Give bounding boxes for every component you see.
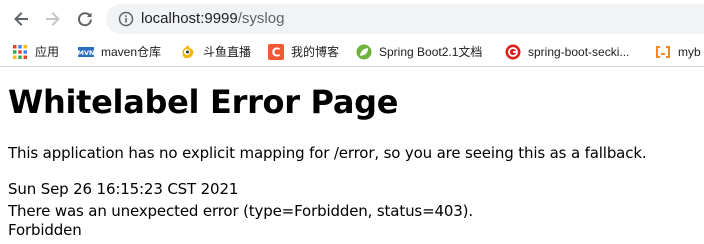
code-brackets-icon bbox=[655, 44, 671, 60]
github-icon bbox=[505, 44, 521, 60]
bookmark-label: Spring Boot2.1文档 bbox=[379, 45, 483, 59]
bookmark-mybatis[interactable]: myb bbox=[655, 41, 701, 63]
reload-button[interactable] bbox=[72, 6, 98, 32]
page-content: Whitelabel Error Page This application h… bbox=[0, 67, 704, 244]
apps-grid-icon bbox=[12, 44, 28, 60]
svg-text:C: C bbox=[272, 46, 281, 60]
url-path: /syslog bbox=[237, 10, 285, 27]
error-timestamp: Sun Sep 26 16:15:23 CST 2021 bbox=[8, 180, 239, 198]
bookmark-blog[interactable]: C 我的博客 bbox=[268, 41, 339, 63]
bookmark-label: myb bbox=[678, 45, 701, 59]
address-bar[interactable]: localhost:9999/syslog bbox=[106, 4, 704, 34]
browser-toolbar: localhost:9999/syslog bbox=[0, 0, 704, 37]
page-title: Whitelabel Error Page bbox=[8, 83, 399, 121]
bookmark-label: 应用 bbox=[35, 45, 60, 59]
bookmark-apps[interactable]: 应用 bbox=[12, 41, 59, 63]
info-icon[interactable] bbox=[118, 11, 134, 27]
back-arrow-icon bbox=[14, 12, 28, 26]
url-host: localhost:9999 bbox=[141, 10, 238, 27]
bookmark-seckill[interactable]: spring-boot-secki... bbox=[505, 41, 629, 63]
douyu-icon bbox=[180, 44, 196, 60]
mvn-icon: MVN bbox=[78, 44, 94, 60]
forward-arrow-icon bbox=[46, 12, 60, 26]
svg-text:MVN: MVN bbox=[78, 49, 94, 57]
bookmark-label: maven仓库 bbox=[101, 45, 162, 59]
bookmark-label: 我的博客 bbox=[291, 45, 340, 59]
bookmark-label: 斗鱼直播 bbox=[203, 45, 252, 59]
bookmark-maven[interactable]: MVN maven仓库 bbox=[78, 41, 161, 63]
error-description: There was an unexpected error (type=Forb… bbox=[8, 202, 474, 220]
csdn-c-icon: C bbox=[268, 44, 284, 60]
url-text[interactable]: localhost:9999/syslog bbox=[141, 10, 284, 28]
bookmarks-bar: 应用 MVN maven仓库 斗鱼直播 C 我的博客 Spring Boot2.… bbox=[0, 37, 704, 67]
fallback-message: This application has no explicit mapping… bbox=[8, 144, 647, 162]
error-status: Forbidden bbox=[8, 221, 82, 239]
bookmark-spring-boot[interactable]: Spring Boot2.1文档 bbox=[356, 41, 482, 63]
bookmark-douyu[interactable]: 斗鱼直播 bbox=[180, 41, 251, 63]
back-button[interactable] bbox=[8, 6, 34, 32]
spring-leaf-icon bbox=[356, 44, 372, 60]
bookmark-label: spring-boot-secki... bbox=[528, 45, 630, 59]
reload-icon bbox=[78, 12, 92, 27]
forward-button[interactable] bbox=[40, 6, 66, 32]
